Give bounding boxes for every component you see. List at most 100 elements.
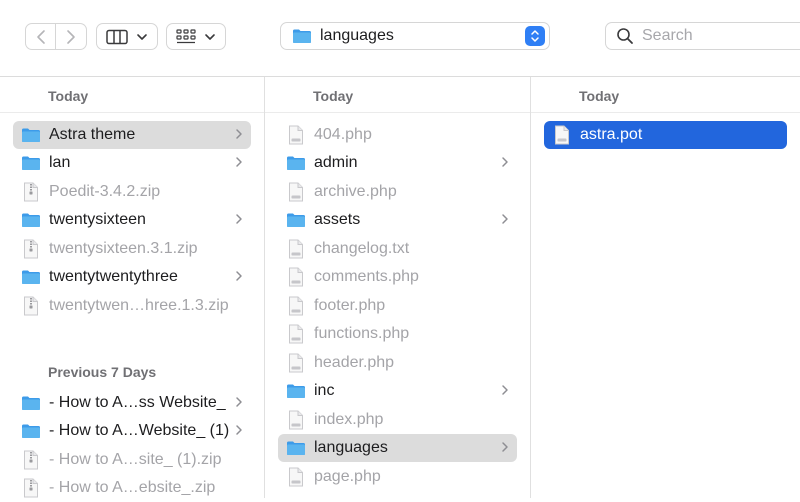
item-name: twentysixteen.3.1.zip	[49, 240, 198, 257]
chevron-right-icon	[236, 271, 242, 281]
chevron-right-icon	[236, 214, 242, 224]
document-icon	[289, 267, 303, 287]
file-row[interactable]: comments.php	[278, 263, 517, 291]
zip-file-icon	[24, 239, 38, 259]
item-name: changelog.txt	[314, 240, 410, 257]
file-row[interactable]: archive.php	[278, 178, 517, 206]
document-icon	[289, 125, 303, 145]
item-name: archive.php	[314, 183, 397, 200]
toolbar: languages Search	[0, 0, 800, 77]
folder-row[interactable]: - How to A…ss Website_	[13, 389, 251, 417]
file-row[interactable]: page.php	[278, 463, 517, 491]
folder-row[interactable]: assets	[278, 206, 517, 234]
file-row[interactable]: changelog.txt	[278, 235, 517, 263]
folder-row[interactable]: - How to A…Website_ (1)	[13, 417, 251, 445]
path-label: languages	[320, 27, 394, 44]
folder-icon	[287, 213, 305, 227]
document-icon	[289, 324, 303, 344]
path-popup-button[interactable]: languages	[280, 22, 550, 50]
folder-icon	[287, 441, 305, 455]
folder-icon	[22, 156, 40, 170]
document-icon	[289, 182, 303, 202]
columns-view-icon	[106, 29, 128, 44]
item-name: - How to A…ebsite_.zip	[49, 479, 216, 496]
chevron-down-icon	[137, 33, 147, 40]
search-field[interactable]: Search	[605, 22, 800, 50]
file-row[interactable]: - How to A…site_ (1).zip	[13, 446, 251, 474]
folder-icon	[22, 213, 40, 227]
column-1[interactable]: Today Previous 7 Days Astra theme lan Poed…	[0, 77, 265, 498]
item-name: functions.php	[314, 325, 410, 342]
document-icon	[289, 353, 303, 373]
item-name: Astra theme	[49, 126, 136, 143]
document-icon	[289, 410, 303, 430]
folder-icon	[287, 156, 305, 170]
document-icon	[555, 125, 569, 145]
item-name: twentytwentythree	[49, 268, 178, 285]
popup-stepper[interactable]	[525, 26, 545, 46]
item-name: - How to A…site_ (1).zip	[49, 451, 222, 468]
chevron-right-icon	[502, 157, 508, 167]
column-header: Today	[0, 77, 264, 113]
folder-row[interactable]: twentysixteen	[13, 206, 251, 234]
file-row[interactable]: footer.php	[278, 292, 517, 320]
chevron-right-icon	[502, 214, 508, 224]
folder-row[interactable]: twentytwentythree	[13, 263, 251, 291]
chevron-right-icon	[502, 442, 508, 452]
item-name: admin	[314, 154, 358, 171]
folder-row[interactable]: inc	[278, 377, 517, 405]
column-2[interactable]: Today 404.php admin archive.php assets chang…	[265, 77, 531, 498]
file-row[interactable]: twentytwen…hree.1.3.zip	[13, 292, 251, 320]
folder-row[interactable]: languages	[278, 434, 517, 462]
file-row[interactable]: astra.pot	[544, 121, 787, 149]
search-placeholder: Search	[642, 27, 693, 44]
item-name: - How to A…ss Website_	[49, 394, 226, 411]
item-name: comments.php	[314, 268, 419, 285]
forward-button[interactable]	[56, 23, 87, 50]
column-3[interactable]: Today astra.pot	[531, 77, 800, 498]
zip-file-icon	[24, 296, 38, 316]
folder-icon	[22, 128, 40, 142]
file-row[interactable]: header.php	[278, 349, 517, 377]
file-row[interactable]: Poedit-3.4.2.zip	[13, 178, 251, 206]
back-button[interactable]	[25, 23, 56, 50]
item-name: twentytwen…hree.1.3.zip	[49, 297, 229, 314]
folder-row[interactable]: Astra theme	[13, 121, 251, 149]
chevron-left-icon	[36, 29, 45, 44]
item-name: 404.php	[314, 126, 372, 143]
folder-row[interactable]: admin	[278, 149, 517, 177]
document-icon	[289, 239, 303, 259]
file-row[interactable]: index.php	[278, 406, 517, 434]
chevron-right-icon	[236, 425, 242, 435]
item-name: inc	[314, 382, 335, 399]
folder-row[interactable]: lan	[13, 149, 251, 177]
folder-icon	[22, 270, 40, 284]
chevron-right-icon	[236, 129, 242, 139]
up-down-chevron-icon	[531, 30, 539, 42]
group-title-previous-7-days: Previous 7 Days	[48, 364, 157, 380]
item-name: assets	[314, 211, 361, 228]
item-name: page.php	[314, 468, 381, 485]
zip-file-icon	[24, 450, 38, 470]
chevron-right-icon	[67, 29, 75, 44]
view-mode-button[interactable]	[96, 23, 158, 50]
file-row[interactable]: 404.php	[278, 121, 517, 149]
chevron-right-icon	[236, 397, 242, 407]
folder-icon	[22, 424, 40, 438]
item-name: twentysixteen	[49, 211, 146, 228]
grid-group-icon	[176, 28, 196, 43]
document-icon	[289, 296, 303, 316]
folder-icon	[22, 396, 40, 410]
item-name: Poedit-3.4.2.zip	[49, 183, 161, 200]
document-icon	[289, 467, 303, 487]
file-row[interactable]: twentysixteen.3.1.zip	[13, 235, 251, 263]
group-by-button[interactable]	[166, 23, 226, 50]
item-name: astra.pot	[580, 126, 643, 143]
file-row[interactable]: functions.php	[278, 320, 517, 348]
item-name: footer.php	[314, 297, 386, 314]
item-name: index.php	[314, 411, 384, 428]
item-name: header.php	[314, 354, 395, 371]
zip-file-icon	[24, 478, 38, 498]
column-header: Today	[531, 77, 800, 113]
item-name: languages	[314, 439, 388, 456]
